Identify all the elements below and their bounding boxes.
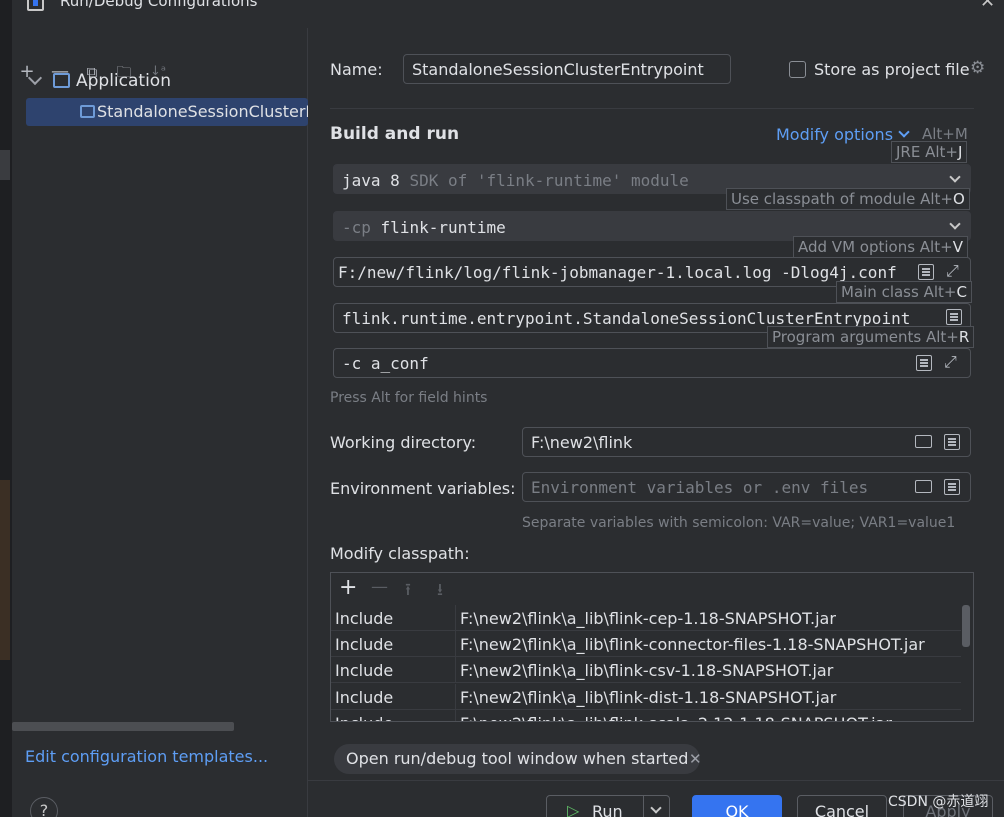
working-dir-label: Working directory: [330, 433, 477, 452]
chevron-down-icon [949, 171, 961, 183]
program-args-field[interactable]: -c a_conf [333, 348, 971, 378]
hint-classpath: Use classpath of module Alt+O [726, 188, 970, 210]
browse-icon[interactable] [946, 309, 962, 325]
close-icon[interactable]: ✕ [980, 0, 995, 12]
name-field-value: StandaloneSessionClusterEntrypoint [412, 60, 704, 79]
help-button[interactable]: ? [30, 797, 58, 817]
expand-text-icon[interactable] [916, 355, 932, 371]
classpath-label: Modify classpath: [330, 544, 470, 563]
name-label: Name: [330, 60, 383, 79]
program-args-value: -c a_conf [342, 354, 429, 373]
table-row[interactable]: Include F:\new2\flink\a_lib\flink-connect… [331, 631, 961, 657]
folder-icon[interactable] [915, 435, 932, 448]
working-dir-field[interactable]: F:\new2\flink [522, 427, 971, 457]
name-field[interactable]: StandaloneSessionClusterEntrypoint [403, 54, 731, 84]
background-ide-strip [0, 0, 12, 817]
run-icon: ▷ [567, 801, 580, 817]
chevron-down-icon[interactable] [898, 126, 910, 138]
run-button[interactable]: ▷ Run [546, 795, 670, 817]
move-up-icon[interactable]: ⭱ [405, 577, 411, 606]
chevron-down-icon [949, 218, 961, 230]
expand-icon[interactable]: ⤢ [944, 353, 962, 371]
open-tool-window-chip[interactable]: Open run/debug tool window when started [334, 744, 701, 774]
chevron-down-icon[interactable] [650, 802, 662, 814]
cp-prefix: -cp [342, 218, 371, 237]
folder-icon[interactable] [915, 480, 932, 493]
env-placeholder: Environment variables or .env files [531, 478, 869, 497]
watermark: CSDN @赤道翊 [888, 794, 989, 810]
divider [308, 780, 1004, 781]
classpath-table: + — ⭱ ⭳ Include F:\new2\flink\a_lib\flink… [330, 572, 974, 722]
tree-group-application[interactable]: Application [76, 71, 171, 91]
application-icon [80, 105, 95, 118]
table-row[interactable]: IncludeF:\new2\flink\a_lib\flink-scala_2… [331, 710, 961, 721]
close-icon[interactable]: ✕ [689, 750, 702, 768]
table-row[interactable]: Include F:\new2\flink\a_lib\flink-csv-1.1… [331, 657, 961, 683]
store-label: Store as project file [814, 60, 970, 79]
hint-jre: JRE Alt+J [891, 141, 968, 163]
cp-module: flink-runtime [380, 218, 506, 237]
hint-args: Program arguments Alt+R [767, 326, 975, 348]
env-field[interactable]: Environment variables or .env files [522, 472, 971, 502]
move-down-icon[interactable]: ⭳ [437, 577, 443, 606]
horizontal-scrollbar[interactable] [12, 722, 234, 731]
gear-icon[interactable]: ⚙ [970, 58, 985, 78]
add-icon[interactable]: + [339, 575, 357, 600]
jre-detail: SDK of 'flink-runtime' module [409, 171, 689, 190]
configuration-tree-panel: + — ⧉ 🗀 ↓ᵃ [12, 28, 308, 817]
expand-text-icon[interactable] [918, 264, 934, 280]
macro-icon[interactable] [944, 434, 960, 450]
vm-options-value: F:/new/flink/log/flink-jobmanager-1.loca… [338, 263, 897, 282]
store-checkbox[interactable] [789, 61, 806, 78]
hint-vm: Add VM options Alt+V [793, 236, 968, 258]
vertical-scrollbar[interactable] [962, 605, 970, 647]
field-hint-text: Press Alt for field hints [330, 390, 488, 406]
hint-main: Main class Alt+C [836, 281, 972, 303]
tree-item-label[interactable]: StandaloneSessionClusterEntrypoint [97, 102, 308, 121]
application-icon [53, 73, 70, 88]
ok-button[interactable]: OK [692, 795, 782, 817]
remove-icon[interactable]: — [371, 577, 388, 597]
expand-icon[interactable]: ⤢ [946, 262, 964, 280]
divider [330, 108, 974, 109]
table-row[interactable]: Include F:\new2\flink\a_lib\flink-dist-1.… [331, 684, 961, 710]
cancel-button[interactable]: Cancel [797, 795, 887, 817]
run-label: Run [592, 802, 623, 817]
env-help-text: Separate variables with semicolon: VAR=v… [522, 515, 956, 531]
app-icon [27, 0, 44, 11]
modify-options-link[interactable]: Modify options [776, 125, 893, 144]
window-title: Run/Debug Configurations [60, 0, 258, 10]
env-label: Environment variables: [330, 479, 516, 498]
classpath-toolbar: + — ⭱ ⭳ [331, 573, 973, 605]
edit-templates-link[interactable]: Edit configuration templates... [25, 747, 268, 766]
section-title: Build and run [330, 124, 460, 144]
table-row[interactable]: Include F:\new2\flink\a_lib\flink-cep-1.1… [331, 605, 961, 631]
edit-env-icon[interactable] [944, 479, 960, 495]
working-dir-value: F:\new2\flink [531, 433, 633, 452]
jre-main: java 8 [342, 171, 400, 190]
